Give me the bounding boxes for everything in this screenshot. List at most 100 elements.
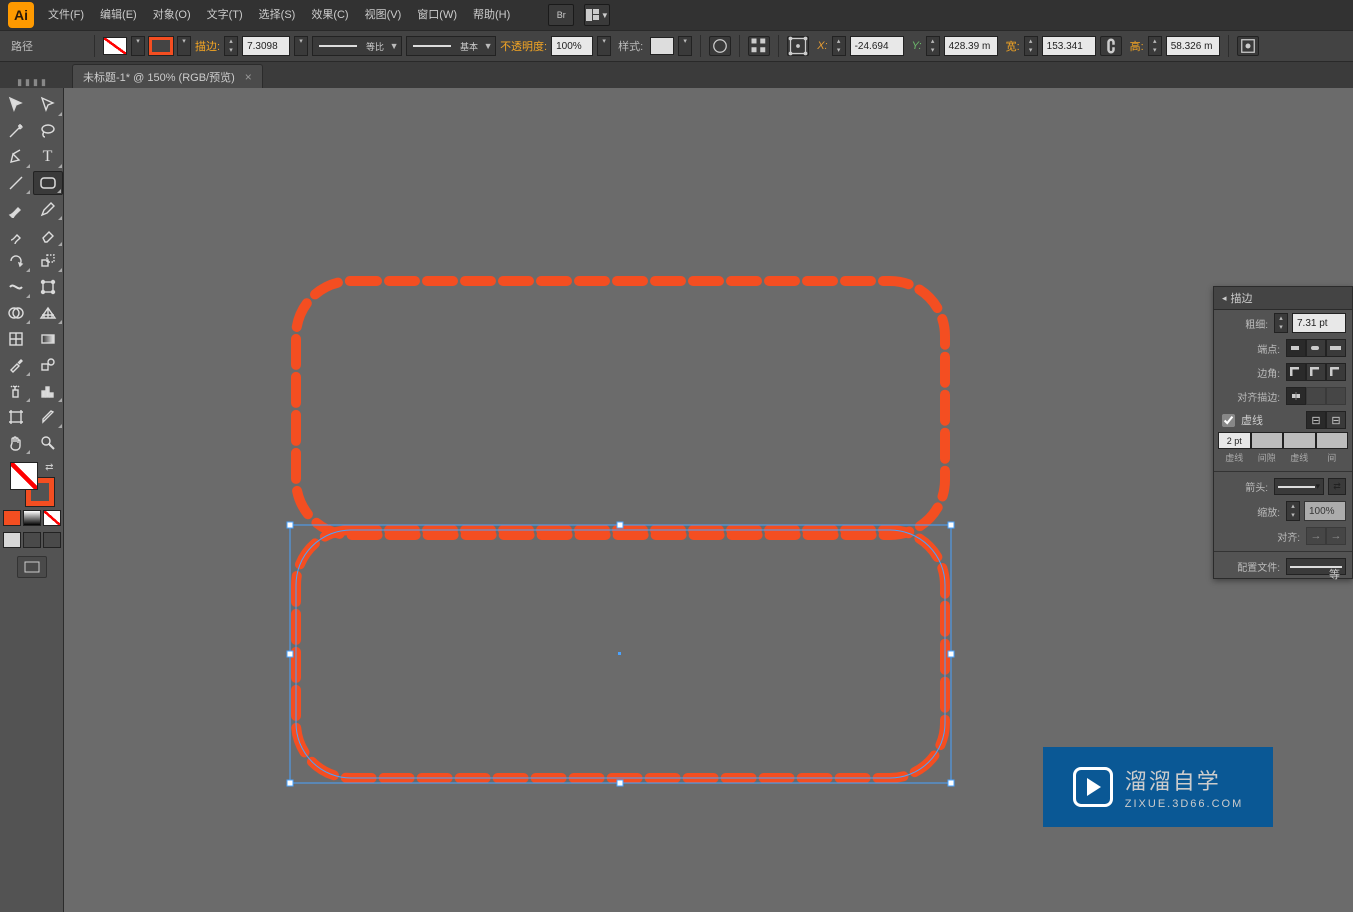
dash-input-2[interactable] (1283, 432, 1316, 449)
none-btn[interactable] (43, 510, 61, 526)
magic-wand-tool[interactable] (1, 119, 31, 143)
artboard-tool[interactable] (1, 405, 31, 429)
draw-inside-icon[interactable] (43, 532, 61, 548)
gradient-tool[interactable] (33, 327, 63, 351)
menu-select[interactable]: 选择(S) (251, 0, 304, 30)
opacity-input[interactable]: 100% (551, 36, 593, 56)
blob-brush-tool[interactable] (1, 223, 31, 247)
arrow-swap-icon[interactable]: ⇄ (1328, 478, 1346, 495)
h-spinner[interactable]: ▴▾ (1148, 36, 1162, 56)
arrow-align-2[interactable]: → (1326, 527, 1346, 545)
mesh-tool[interactable] (1, 327, 31, 351)
draw-normal-icon[interactable] (3, 532, 21, 548)
paintbrush-tool[interactable] (1, 197, 31, 221)
brush-dropdown[interactable]: 基本▼ (406, 36, 496, 56)
pen-tool[interactable] (1, 145, 31, 169)
join-bevel-icon[interactable] (1326, 363, 1346, 381)
gradient-btn[interactable] (23, 510, 41, 526)
weight-input[interactable]: 7.31 pt (1292, 313, 1346, 333)
w-input[interactable]: 153.341 (1042, 36, 1096, 56)
swap-fill-stroke-icon[interactable]: ⇄ (45, 462, 53, 473)
fill-dropdown[interactable]: ▾ (131, 36, 145, 56)
menu-view[interactable]: 视图(V) (357, 0, 410, 30)
eraser-tool[interactable] (33, 223, 63, 247)
menu-effect[interactable]: 效果(C) (303, 0, 356, 30)
column-graph-tool[interactable] (33, 379, 63, 403)
symbol-sprayer-tool[interactable] (1, 379, 31, 403)
link-wh-icon[interactable] (1100, 36, 1122, 56)
arrow-scale-input[interactable]: 100% (1304, 501, 1346, 521)
selection-tool[interactable] (1, 93, 31, 117)
join-round-icon[interactable] (1306, 363, 1326, 381)
cap-butt-icon[interactable] (1286, 339, 1306, 357)
menu-object[interactable]: 对象(O) (145, 0, 199, 30)
stroke-panel[interactable]: ◂ 描边 粗细: ▴▾ 7.31 pt 端点: 边角: 对齐描边: 虚线 (1213, 286, 1353, 579)
shape-builder-tool[interactable] (1, 301, 31, 325)
stroke-weight-spinner[interactable]: ▴▾ (224, 36, 238, 56)
menu-help[interactable]: 帮助(H) (465, 0, 518, 30)
align-icon[interactable] (748, 36, 770, 56)
profile-dropdown[interactable]: 等 (1286, 558, 1346, 575)
draw-behind-icon[interactable] (23, 532, 41, 548)
free-transform-tool[interactable] (33, 275, 63, 299)
isolate-icon[interactable] (1237, 36, 1259, 56)
direct-selection-tool[interactable] (33, 93, 63, 117)
rotate-tool[interactable] (1, 249, 31, 273)
menu-edit[interactable]: 编辑(E) (92, 0, 145, 30)
gap-input-2[interactable] (1316, 432, 1349, 449)
eyedropper-tool[interactable] (1, 353, 31, 377)
quick-collapse-handle[interactable]: ▮▮▮▮ (0, 62, 66, 88)
perspective-grid-tool[interactable] (33, 301, 63, 325)
gap-input-1[interactable] (1251, 432, 1284, 449)
stroke-dropdown[interactable]: ▾ (177, 36, 191, 56)
profile-dropdown[interactable]: 等比▼ (312, 36, 402, 56)
pencil-tool[interactable] (33, 197, 63, 221)
bridge-icon[interactable]: Br (548, 4, 574, 26)
dash-input-1[interactable]: 2 pt (1218, 432, 1251, 449)
menu-window[interactable]: 窗口(W) (409, 0, 465, 30)
width-tool[interactable] (1, 275, 31, 299)
align-outside-icon[interactable] (1326, 387, 1346, 405)
slice-tool[interactable] (33, 405, 63, 429)
blend-tool[interactable] (33, 353, 63, 377)
shape-rounded-rect-1[interactable] (296, 281, 945, 535)
hand-tool[interactable] (1, 431, 31, 455)
join-miter-icon[interactable] (1286, 363, 1306, 381)
w-spinner[interactable]: ▴▾ (1024, 36, 1038, 56)
x-spinner[interactable]: ▴▾ (832, 36, 846, 56)
close-tab-icon[interactable]: × (245, 70, 252, 84)
screen-mode-button[interactable] (17, 556, 47, 578)
weight-spinner[interactable]: ▴▾ (1274, 313, 1288, 333)
h-input[interactable]: 58.326 m (1166, 36, 1220, 56)
menu-type[interactable]: 文字(T) (199, 0, 251, 30)
arrow-scale-spinner[interactable]: ▴▾ (1286, 501, 1300, 521)
cap-square-icon[interactable] (1326, 339, 1346, 357)
arrow-align-1[interactable]: → (1306, 527, 1326, 545)
color-btn[interactable] (3, 510, 21, 526)
y-spinner[interactable]: ▴▾ (926, 36, 940, 56)
recolor-icon[interactable] (709, 36, 731, 56)
line-tool[interactable] (1, 171, 31, 195)
stroke-swatch[interactable] (149, 37, 173, 55)
stroke-weight-input[interactable]: 7.3098 (242, 36, 290, 56)
align-inside-icon[interactable] (1306, 387, 1326, 405)
style-swatch[interactable] (650, 37, 674, 55)
fill-swatch[interactable] (103, 37, 127, 55)
fill-color-indicator[interactable] (10, 462, 38, 490)
cap-round-icon[interactable] (1306, 339, 1326, 357)
scale-tool[interactable] (33, 249, 63, 273)
document-tab[interactable]: 未标题-1* @ 150% (RGB/预览) × (72, 64, 263, 88)
dash-mode-2-icon[interactable]: ⊟ (1326, 411, 1346, 429)
y-input[interactable]: 428.39 m (944, 36, 998, 56)
menu-file[interactable]: 文件(F) (40, 0, 92, 30)
arrange-docs-icon[interactable]: ▼ (584, 4, 610, 26)
type-tool[interactable]: T (33, 145, 63, 169)
align-center-icon[interactable] (1286, 387, 1306, 405)
dashed-checkbox[interactable] (1222, 414, 1235, 427)
x-input[interactable]: -24.694 (850, 36, 904, 56)
panel-collapse-icon[interactable]: ◂ (1222, 293, 1227, 304)
transform-anchor-icon[interactable] (787, 36, 809, 56)
stroke-panel-tab[interactable]: ◂ 描边 (1214, 287, 1352, 310)
dash-mode-1-icon[interactable]: ⊟ (1306, 411, 1326, 429)
rounded-rectangle-tool[interactable] (33, 171, 63, 195)
